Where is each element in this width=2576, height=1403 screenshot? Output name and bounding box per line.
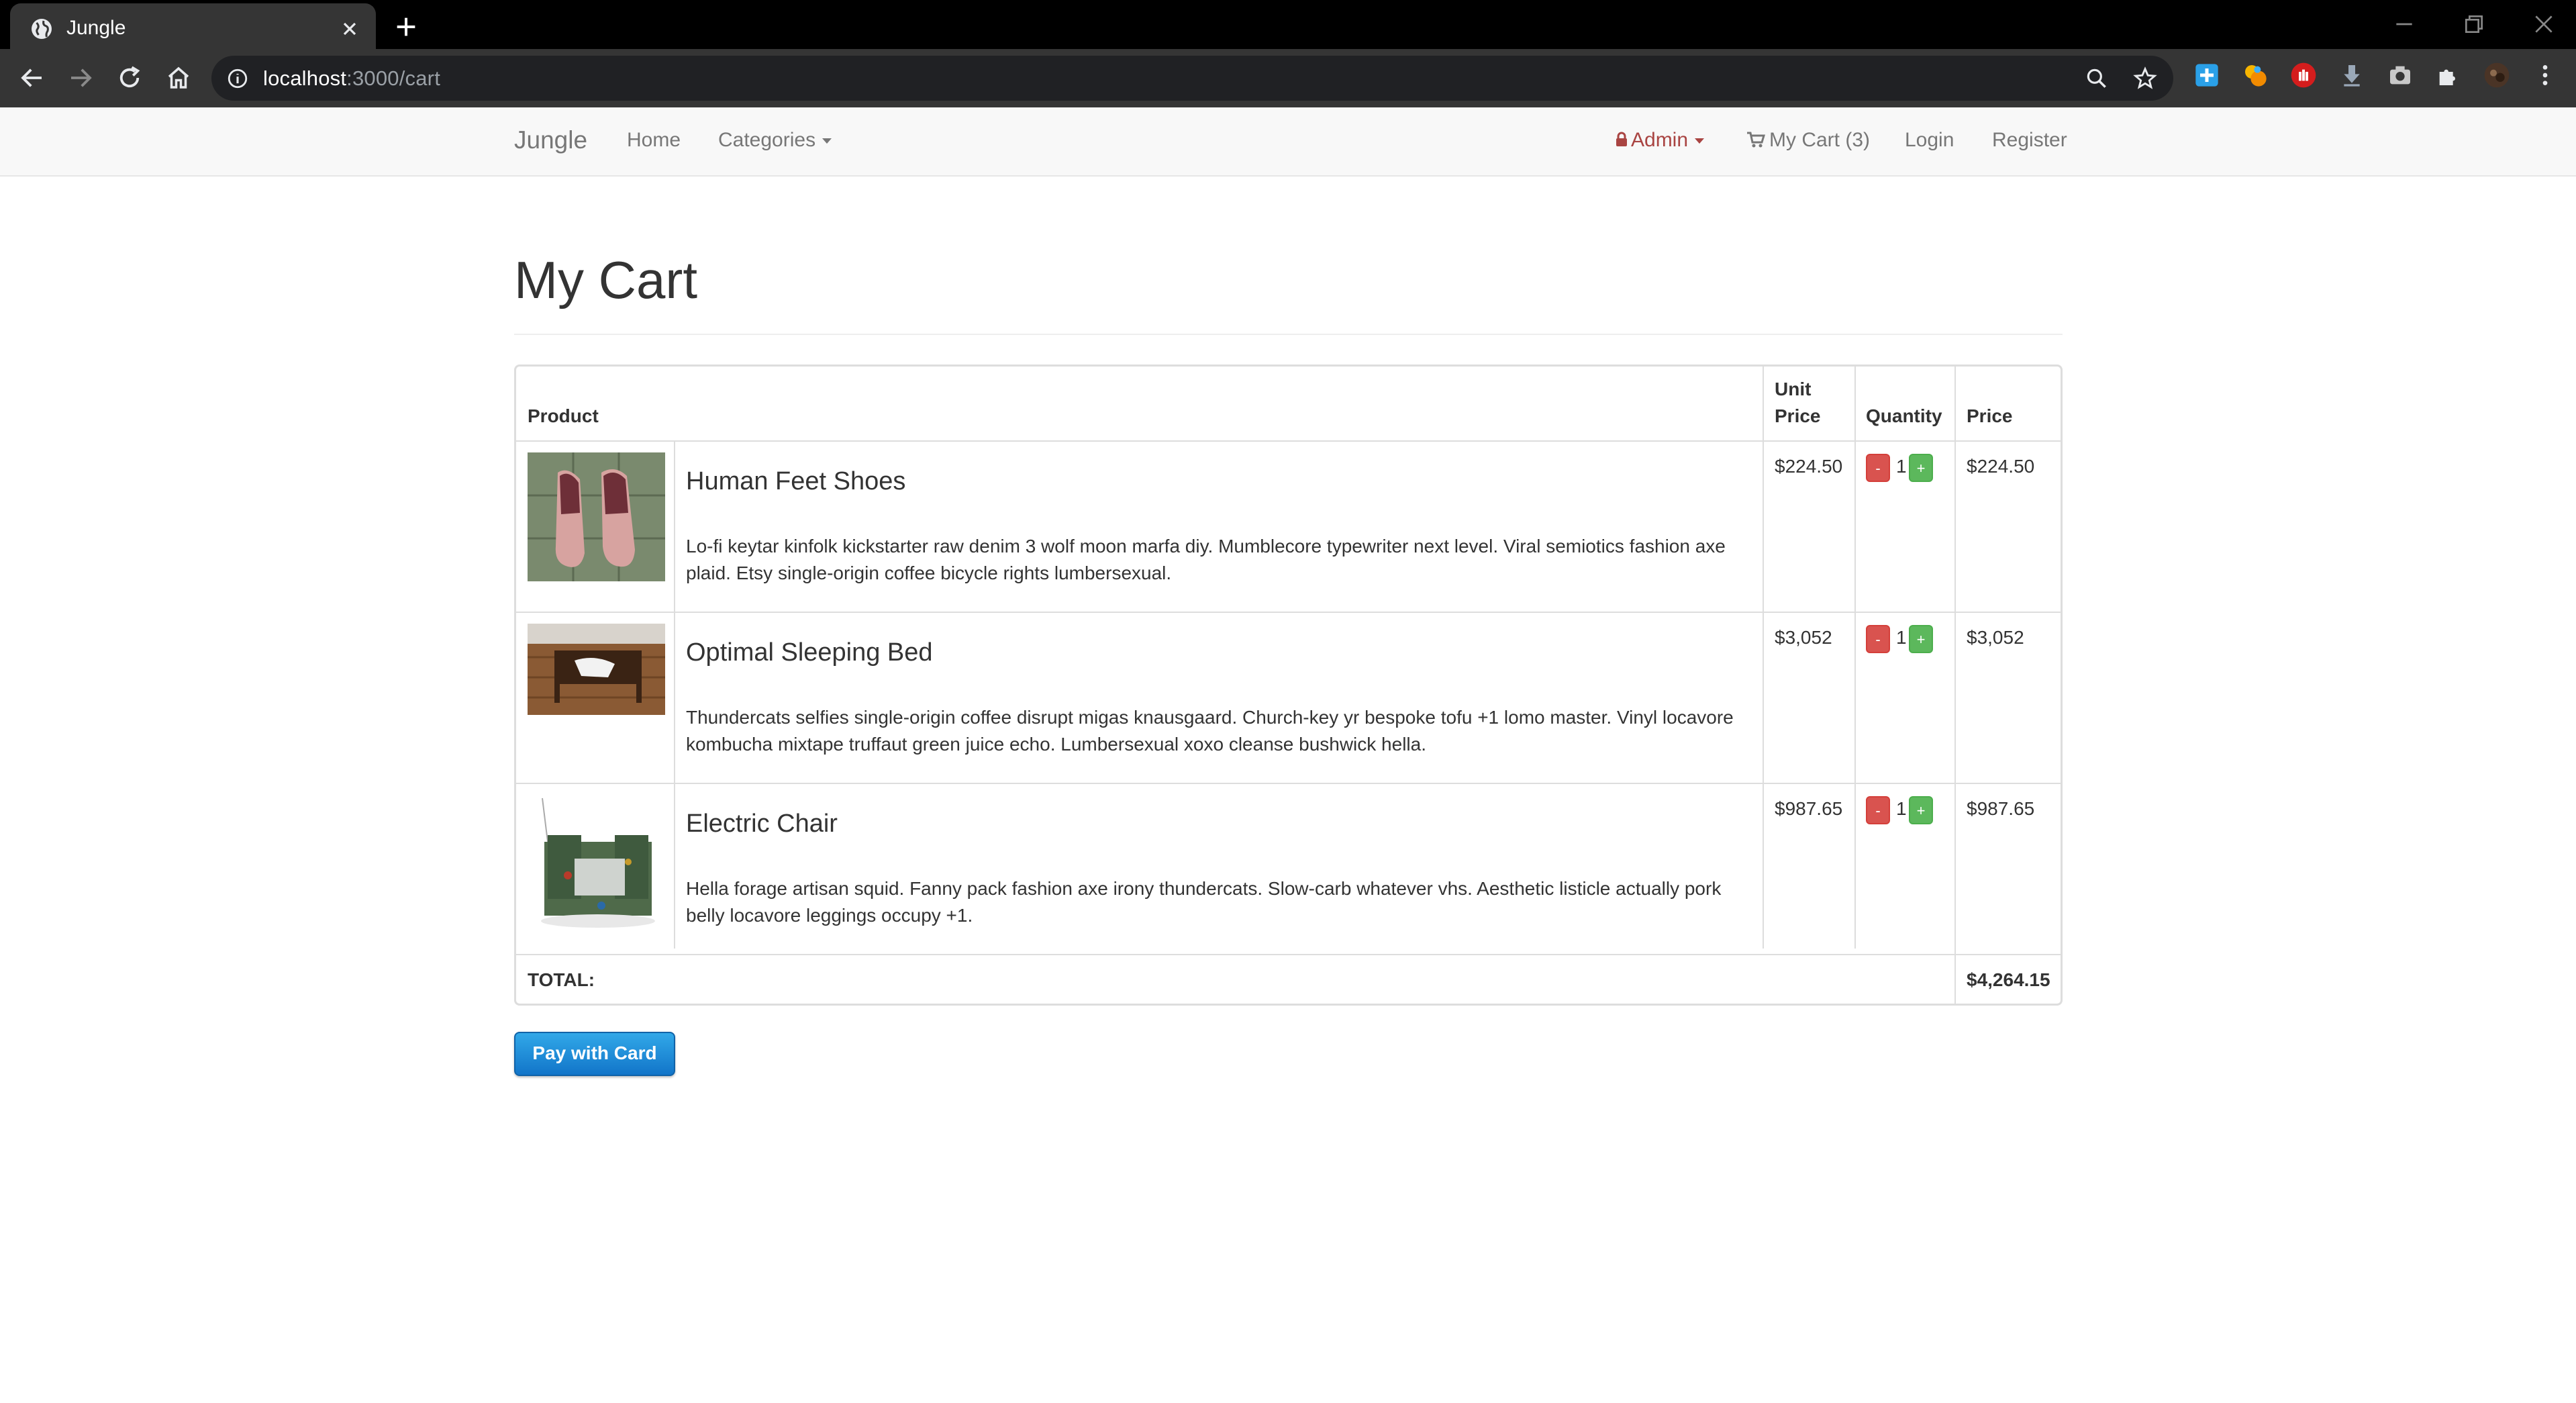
table-divider <box>674 442 675 949</box>
header-product: Product <box>528 405 599 426</box>
page-title: My Cart <box>514 250 697 309</box>
info-icon[interactable] <box>226 67 249 90</box>
address-bar[interactable]: localhost:3000/cart <box>211 56 2173 101</box>
table-divider <box>516 783 2061 784</box>
forward-arrow-icon[interactable] <box>66 64 95 92</box>
decrease-quantity-button[interactable]: - <box>1866 454 1890 482</box>
nav-login-link[interactable]: Login <box>1905 129 1954 152</box>
nav-cart-link[interactable]: My Cart (3) <box>1746 129 1870 152</box>
title-divider <box>514 334 2063 335</box>
brand-link[interactable]: Jungle <box>514 126 587 154</box>
decrease-quantity-button[interactable]: - <box>1866 796 1890 824</box>
browser-tab-title: Jungle <box>66 17 126 39</box>
line-price: $987.65 <box>1967 798 2035 819</box>
profile-avatar-icon[interactable] <box>2483 62 2510 89</box>
table-divider <box>516 612 2061 613</box>
product-description: Hella forage artisan squid. Fanny pack f… <box>686 878 1722 926</box>
quantity-value: 1 <box>1896 456 1907 477</box>
table-divider <box>1854 367 1856 949</box>
browser-toolbar: localhost:3000/cart <box>0 49 2576 107</box>
table-divider <box>1954 367 1956 1006</box>
nav-home-link[interactable]: Home <box>627 129 681 152</box>
extension-camera-icon[interactable] <box>2387 62 2414 89</box>
home-icon[interactable] <box>164 64 193 92</box>
header-unit-price-line2: Price <box>1775 405 1821 426</box>
increase-quantity-button[interactable]: + <box>1909 625 1933 653</box>
zoom-icon[interactable] <box>2084 66 2110 91</box>
table-divider <box>516 440 2061 442</box>
quantity-value: 1 <box>1896 627 1907 648</box>
product-image-chair <box>528 795 665 932</box>
total-value: $4,264.15 <box>1967 969 2050 990</box>
product-description: Lo-fi keytar kinfolk kickstarter raw den… <box>686 536 1726 583</box>
extension-hand-icon[interactable] <box>2290 62 2317 89</box>
url-text[interactable]: localhost:3000/cart <box>263 66 440 91</box>
minimize-icon[interactable] <box>2391 11 2418 38</box>
product-name[interactable]: Optimal Sleeping Bed <box>686 638 933 667</box>
caret-down-icon <box>1695 138 1705 144</box>
decrease-quantity-button[interactable]: - <box>1866 625 1890 653</box>
lock-icon <box>1616 132 1627 146</box>
nav-categories-label: Categories <box>718 129 816 151</box>
extensions-puzzle-icon[interactable] <box>2435 62 2462 89</box>
star-icon[interactable] <box>2132 66 2158 91</box>
restore-icon[interactable] <box>2461 11 2487 38</box>
globe-icon <box>32 19 52 39</box>
url-path: :3000/cart <box>346 66 441 90</box>
increase-quantity-button[interactable]: + <box>1909 796 1933 824</box>
header-quantity: Quantity <box>1866 405 1942 426</box>
header-unit-price-line1: Unit <box>1775 379 1812 399</box>
product-image-bed <box>528 624 665 715</box>
cart-icon <box>1747 132 1766 148</box>
table-divider <box>516 954 2061 955</box>
product-name[interactable]: Electric Chair <box>686 810 838 838</box>
browser-tab[interactable]: Jungle <box>10 3 376 49</box>
browser-tabstrip: Jungle <box>0 0 2576 49</box>
caret-down-icon <box>822 138 832 144</box>
extension-colorful-icon[interactable] <box>2242 62 2269 89</box>
product-image-shoes <box>528 452 665 581</box>
cart-table: Product Unit Price Quantity Price Human … <box>514 365 2063 1006</box>
pay-with-card-button[interactable]: Pay with Card <box>514 1032 675 1076</box>
product-name[interactable]: Human Feet Shoes <box>686 467 905 496</box>
total-label: TOTAL: <box>528 969 595 990</box>
unit-price: $987.65 <box>1775 798 1843 819</box>
kebab-menu-icon[interactable] <box>2532 62 2559 89</box>
nav-admin-dropdown[interactable]: Admin <box>1615 129 1705 152</box>
extension-download-icon[interactable] <box>2338 62 2365 89</box>
quantity-value: 1 <box>1896 798 1907 819</box>
header-price: Price <box>1967 405 2013 426</box>
unit-price: $3,052 <box>1775 627 1832 648</box>
site-navbar: Jungle Home Categories Admin My Cart (3)… <box>0 107 2576 177</box>
increase-quantity-button[interactable]: + <box>1909 454 1933 482</box>
nav-admin-label: Admin <box>1631 129 1689 151</box>
table-divider <box>1763 367 1764 949</box>
unit-price: $224.50 <box>1775 456 1843 477</box>
product-description: Thundercats selfies single-origin coffee… <box>686 707 1734 755</box>
extension-plus-icon[interactable] <box>2193 62 2220 89</box>
back-arrow-icon[interactable] <box>18 64 46 92</box>
url-host: localhost <box>263 66 347 90</box>
reload-icon[interactable] <box>115 64 144 92</box>
nav-register-link[interactable]: Register <box>1992 129 2067 152</box>
header-unit-price: Unit Price <box>1775 376 1821 430</box>
line-price: $224.50 <box>1967 456 2035 477</box>
new-tab-icon[interactable] <box>393 13 419 40</box>
close-icon[interactable] <box>339 18 360 40</box>
line-price: $3,052 <box>1967 627 2024 648</box>
nav-categories-dropdown[interactable]: Categories <box>718 129 832 152</box>
nav-cart-label: My Cart (3) <box>1769 129 1870 151</box>
window-close-icon[interactable] <box>2530 11 2557 38</box>
